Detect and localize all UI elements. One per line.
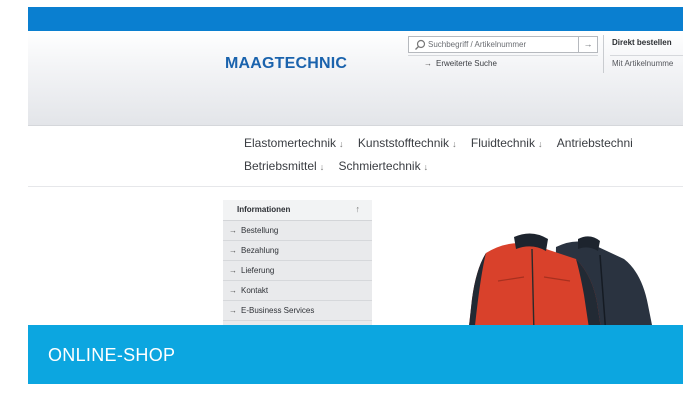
nav-item-betriebsmittel[interactable]: Betriebsmittel ↓	[244, 159, 324, 173]
advanced-search-link[interactable]: → Erweiterte Suche	[408, 55, 598, 72]
arrow-right-icon: →	[229, 246, 237, 255]
arrow-right-icon: →	[229, 306, 237, 315]
nav-item-antriebstechnik[interactable]: Antriebstechni	[557, 136, 633, 150]
arrow-right-icon: →	[424, 59, 432, 68]
search-input[interactable]	[428, 38, 573, 51]
info-item-e-business-services[interactable]: → E-Business Services	[223, 301, 372, 321]
website-screenshot: MAAGTECHNIC → → Erweiterte Suche Direkt b…	[28, 0, 683, 384]
information-panel-title: Informationen	[237, 205, 291, 214]
top-bar	[28, 7, 683, 31]
arrow-right-icon: →	[229, 226, 237, 235]
chevron-down-icon: ↓	[339, 139, 344, 149]
site-header: MAAGTECHNIC → → Erweiterte Suche Direkt b…	[28, 31, 683, 126]
chevron-down-icon: ↓	[452, 139, 457, 149]
search-submit-button[interactable]: →	[578, 37, 597, 52]
header-divider	[603, 35, 604, 73]
direct-order-field[interactable]: Mit Artikelnumme	[610, 55, 683, 72]
online-shop-banner: ONLINE-SHOP	[28, 325, 683, 384]
nav-row-1: Elastomertechnik ↓ Kunststofftechnik ↓ Flu…	[244, 136, 644, 150]
chevron-down-icon: ↓	[423, 162, 429, 172]
information-panel: Informationen ↑ → Bestellung → Bezahlung →…	[223, 200, 372, 330]
arrow-right-icon: →	[229, 286, 237, 295]
advanced-search-label: Erweiterte Suche	[436, 59, 497, 68]
info-item-bestellung[interactable]: → Bestellung	[223, 221, 372, 241]
main-navigation: Elastomertechnik ↓ Kunststofftechnik ↓ Flu…	[28, 126, 683, 187]
nav-item-kunststofftechnik[interactable]: Kunststofftechnik ↓	[358, 136, 457, 150]
chevron-down-icon: ↓	[537, 139, 543, 149]
chevron-down-icon: ↓	[319, 162, 325, 172]
arrow-right-icon: →	[229, 266, 237, 275]
direct-order-title: Direkt bestellen	[612, 38, 672, 47]
search-icon	[415, 39, 426, 50]
info-item-kontakt[interactable]: → Kontakt	[223, 281, 372, 301]
nav-item-elastomertechnik[interactable]: Elastomertechnik ↓	[244, 136, 344, 150]
site-logo[interactable]: MAAGTECHNIC	[225, 55, 347, 73]
information-list: → Bestellung → Bezahlung → Lieferung → Konta…	[223, 221, 372, 321]
search-box[interactable]: →	[408, 36, 598, 53]
information-panel-header[interactable]: Informationen ↑	[223, 200, 372, 221]
info-item-lieferung[interactable]: → Lieferung	[223, 261, 372, 281]
jacket-product-photo	[468, 233, 654, 335]
info-item-bezahlung[interactable]: → Bezahlung	[223, 241, 372, 261]
nav-item-schmiertechnik[interactable]: Schmiertechnik ↓	[339, 159, 429, 173]
banner-title: ONLINE-SHOP	[48, 345, 176, 365]
collapse-icon[interactable]: ↑	[356, 204, 361, 214]
nav-item-fluidtechnik[interactable]: Fluidtechnik ↓	[471, 136, 543, 150]
nav-row-2: Betriebsmittel ↓ Schmiertechnik ↓	[244, 159, 439, 173]
